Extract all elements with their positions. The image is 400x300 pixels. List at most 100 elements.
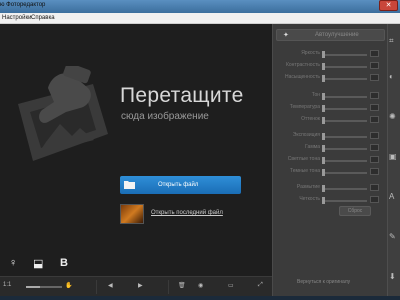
value-field[interactable] (370, 196, 379, 203)
odnoklassniki-icon[interactable]: ♀ (9, 257, 17, 269)
slider-label: Насыщенность (284, 74, 320, 80)
slider-label: Яркость (301, 50, 320, 56)
slider-shadows[interactable]: Темные тона (273, 168, 388, 176)
slider-label: Размытие (296, 184, 320, 190)
crop-icon[interactable]: ⌗ (389, 36, 394, 46)
slider-saturation[interactable]: Насыщенность (273, 74, 388, 82)
slider-sharpness[interactable]: Четкость (273, 196, 388, 204)
slider-contrast[interactable]: Контрастность (273, 62, 388, 70)
slider-track[interactable] (322, 66, 367, 68)
return-to-original-link[interactable]: Вернуться к оригиналу (297, 279, 350, 285)
drop-subtitle: сюда изображение (121, 111, 209, 122)
folder-icon (124, 181, 135, 189)
slider-knob[interactable] (322, 157, 325, 164)
value-field[interactable] (370, 132, 379, 139)
delete-icon[interactable]: 🗑 (178, 282, 186, 289)
drop-area[interactable]: Перетащите сюда изображение Открыть файл… (0, 24, 272, 249)
slider-label: Гамма (305, 144, 320, 150)
slider-track[interactable] (322, 188, 367, 190)
slider-knob[interactable] (322, 93, 325, 100)
wand-icon: ✦ (283, 32, 289, 39)
value-field[interactable] (370, 50, 379, 57)
adjust-icon[interactable]: ◐ (389, 72, 394, 81)
value-field[interactable] (370, 144, 379, 151)
slider-track[interactable] (322, 148, 367, 150)
zoom-slider[interactable] (26, 286, 62, 288)
prev-icon[interactable]: ◀ (108, 282, 113, 289)
value-field[interactable] (370, 116, 379, 123)
slider-track[interactable] (322, 108, 367, 110)
slider-label: Четкость (299, 196, 320, 202)
slider-track[interactable] (322, 172, 367, 174)
slider-knob[interactable] (322, 169, 325, 176)
value-field[interactable] (370, 104, 379, 111)
vk-icon[interactable]: B (60, 257, 68, 269)
slider-track[interactable] (322, 120, 367, 122)
slider-gamma[interactable]: Гамма (273, 144, 388, 152)
value-field[interactable] (370, 92, 379, 99)
slider-brightness[interactable]: Яркость (273, 50, 388, 58)
slider-track[interactable] (322, 78, 367, 80)
side-tool-strip: ⌗ ◐ ✺ ▣ A ✎ ⬇ (387, 24, 400, 296)
bottom-toolbar: 1:1 ✋ ◀ ▶ 🗑 ◉ ▭ ⤢ (0, 276, 272, 296)
slider-knob[interactable] (322, 197, 325, 204)
value-field[interactable] (370, 62, 379, 69)
next-icon[interactable]: ▶ (138, 282, 143, 289)
save-icon[interactable]: ⬇ (389, 272, 396, 281)
slider-label: Тон (311, 92, 320, 98)
hand-photo-icon (18, 66, 108, 161)
slider-temperature[interactable]: Температура (273, 104, 388, 112)
comment-icon[interactable]: ⬓ (33, 257, 43, 270)
slider-label: Оттенок (301, 116, 320, 122)
close-button[interactable]: ✕ (379, 0, 398, 11)
fullscreen-icon[interactable]: ▭ (228, 282, 234, 289)
open-file-label: Открыть файл (158, 182, 199, 188)
slider-knob[interactable] (322, 51, 325, 58)
zoom-label: 1:1 (3, 282, 12, 288)
slider-label: Температура (289, 104, 320, 110)
menu-item-help[interactable]: Справка (31, 15, 55, 21)
slider-knob[interactable] (322, 75, 325, 82)
slider-track[interactable] (322, 160, 367, 162)
menu-item-settings[interactable]: Настройки (2, 15, 31, 21)
zoom-slider-fill (26, 286, 41, 288)
brush-icon[interactable]: ✎ (389, 232, 396, 241)
text-icon[interactable]: A (389, 192, 394, 201)
slider-knob[interactable] (322, 117, 325, 124)
menu-bar: Настройки Справка (0, 13, 400, 24)
slider-knob[interactable] (322, 105, 325, 112)
value-field[interactable] (370, 168, 379, 175)
reset-button[interactable]: Сброс (339, 206, 371, 216)
auto-enhance-button[interactable]: ✦ Автоулучшение (276, 29, 385, 41)
slider-label: Светлые тона (287, 156, 320, 162)
slider-knob[interactable] (322, 133, 325, 140)
auto-enhance-label: Автоулучшение (315, 32, 359, 38)
window-title: ю Фоторедактор (0, 2, 46, 8)
value-field[interactable] (370, 156, 379, 163)
divider (168, 280, 169, 294)
slider-knob[interactable] (322, 63, 325, 70)
slider-track[interactable] (322, 136, 367, 138)
value-field[interactable] (370, 74, 379, 81)
view-icon[interactable]: ◉ (198, 282, 203, 289)
slider-track[interactable] (322, 96, 367, 98)
recent-file-thumbnail[interactable] (120, 204, 144, 224)
adjustments-panel: ✦ Автоулучшение Яркость Контрастность На… (272, 24, 387, 296)
slider-label: Контрастность (285, 62, 320, 68)
slider-blur[interactable]: Размытие (273, 184, 388, 192)
slider-track[interactable] (322, 200, 367, 202)
slider-knob[interactable] (322, 185, 325, 192)
open-recent-link[interactable]: Открыть последний файл (151, 210, 223, 216)
slider-exposure[interactable]: Экспозиция (273, 132, 388, 140)
slider-tint[interactable]: Оттенок (273, 116, 388, 124)
slider-highlights[interactable]: Светлые тона (273, 156, 388, 164)
hand-tool-icon[interactable]: ✋ (65, 282, 72, 289)
frame-icon[interactable]: ▣ (389, 152, 397, 161)
value-field[interactable] (370, 184, 379, 191)
effects-icon[interactable]: ✺ (389, 112, 396, 121)
fit-icon[interactable]: ⤢ (258, 282, 263, 289)
open-file-button[interactable]: Открыть файл (120, 176, 241, 194)
slider-knob[interactable] (322, 145, 325, 152)
slider-hue[interactable]: Тон (273, 92, 388, 100)
slider-track[interactable] (322, 54, 367, 56)
